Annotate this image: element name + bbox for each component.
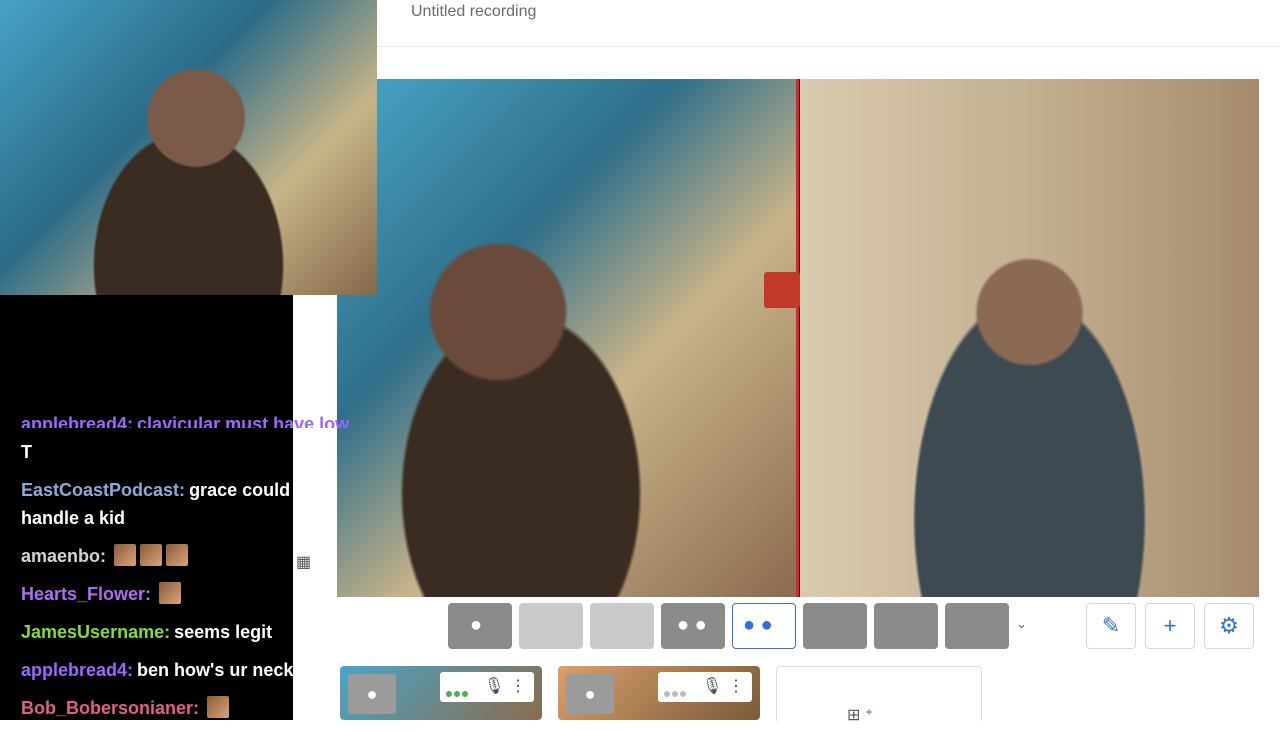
emote-icon: [159, 582, 182, 604]
chat-message: EastCoastPodcast: grace could def handle …: [21, 476, 361, 532]
chat-username: applebread4:: [21, 414, 134, 428]
chat-username: amaenbo:: [21, 546, 107, 566]
participant-thumbnail[interactable]: ● 🎙 ⋮: [558, 666, 760, 720]
chat-username: JamesUsername:: [21, 622, 171, 642]
chat-message: Bob_Bobersonianer:: [21, 694, 361, 722]
chat-username: Bob_Bobersonianer:: [21, 698, 200, 718]
layout-group-button[interactable]: ● ●: [661, 603, 725, 649]
chat-text: clavicular must have low: [137, 414, 350, 428]
person-icon: ●: [566, 674, 614, 714]
people-icon: ● ●: [677, 614, 707, 636]
chat-message: applebread4: ben how's ur neck: [21, 656, 361, 684]
add-participant-card[interactable]: ⊞ ⁺: [776, 666, 982, 724]
chat-overlay: applebread4: clavicular must have low T E…: [21, 410, 361, 732]
participant-thumbnail[interactable]: ● 🎙 ⋮: [340, 666, 542, 720]
chat-text: seems legit: [174, 622, 273, 642]
more-options-icon[interactable]: ⋮: [510, 676, 526, 696]
audio-level-indicator: [446, 684, 474, 697]
pencil-icon: ✎: [1101, 613, 1121, 638]
webcam-overlay: [0, 0, 377, 295]
chat-text: T: [21, 442, 32, 462]
recording-title[interactable]: Untitled recording: [411, 3, 536, 21]
video-tile-host[interactable]: [337, 79, 797, 597]
people-icon: ● ●: [743, 614, 773, 636]
plus-icon: +: [1163, 613, 1177, 638]
guest-avatar: [764, 272, 800, 308]
emote-icon: [166, 544, 189, 566]
chat-username: Hearts_Flower:: [21, 584, 152, 604]
chat-message: JamesUsername: seems legit: [21, 618, 361, 646]
video-stage: 20p: [337, 79, 1259, 597]
audio-level-indicator: [664, 684, 692, 697]
layout-pair-button[interactable]: [803, 603, 867, 649]
chat-username: applebread4:: [21, 660, 134, 680]
person-icon: ●: [348, 674, 396, 714]
layout-presenter-button[interactable]: [874, 603, 938, 649]
layout-solo-button[interactable]: ●: [448, 603, 512, 649]
chat-message: Hearts_Flower:: [21, 580, 361, 608]
participant-controls: 🎙 ⋮: [658, 672, 752, 702]
chat-message: T: [21, 438, 361, 466]
microphone-icon[interactable]: 🎙: [484, 676, 504, 696]
emote-icon: [114, 544, 137, 566]
add-source-icon: ⊞ ⁺: [847, 707, 874, 724]
chat-message: applebread4: clavicular must have low: [21, 410, 361, 428]
person-icon: ●: [470, 614, 483, 636]
layout-thumbnail-button[interactable]: [945, 603, 1009, 649]
edit-button[interactable]: ✎: [1086, 603, 1136, 649]
emote-icon: [207, 696, 230, 718]
layout-grid-button[interactable]: [519, 603, 583, 649]
layout-toggle-icon[interactable]: ▦: [296, 552, 316, 571]
layout-side-by-side-button[interactable]: ● ●: [732, 603, 796, 649]
video-tile-guest[interactable]: [800, 79, 1259, 597]
participant-controls: 🎙 ⋮: [440, 672, 534, 702]
stage-divider: [796, 79, 799, 597]
gear-icon: ⚙: [1219, 613, 1239, 638]
chat-username: EastCoastPodcast:: [21, 480, 186, 500]
emote-icon: [140, 544, 163, 566]
recording-header: Untitled recording: [377, 0, 1280, 47]
layout-screen-button[interactable]: [590, 603, 654, 649]
chevron-down-icon[interactable]: ⌄: [1016, 616, 1027, 632]
add-button[interactable]: +: [1145, 603, 1195, 649]
chat-text: ben how's ur neck: [137, 660, 294, 680]
settings-button[interactable]: ⚙: [1204, 603, 1254, 649]
microphone-icon[interactable]: 🎙: [702, 676, 722, 696]
more-options-icon[interactable]: ⋮: [728, 676, 744, 696]
